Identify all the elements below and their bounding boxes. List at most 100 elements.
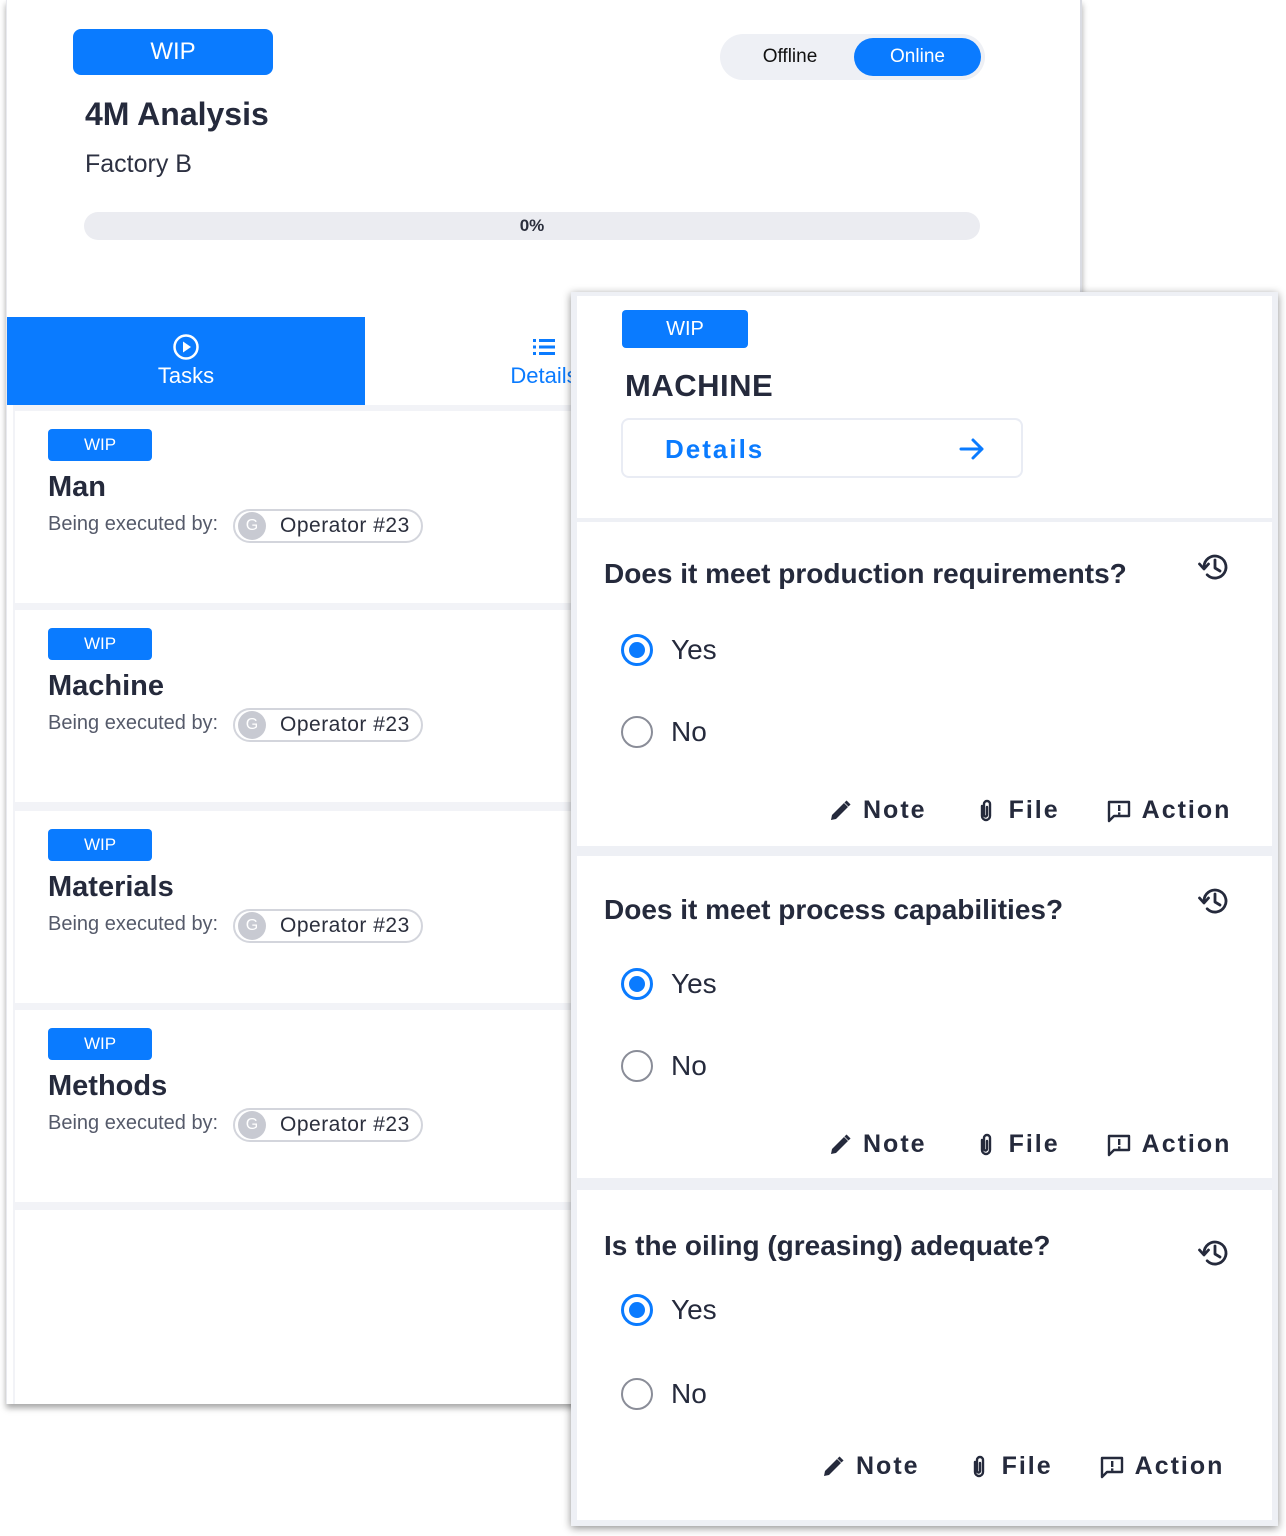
radio-label: No: [671, 1050, 707, 1081]
feedback-icon: [1100, 1456, 1123, 1478]
note-label: Note: [863, 1130, 927, 1158]
history-icon[interactable]: [1197, 1236, 1231, 1270]
radio-option-yes[interactable]: Yes: [621, 634, 717, 666]
page-title: 4M Analysis: [85, 96, 269, 132]
list-icon: [533, 339, 555, 355]
question-card: Is the oiling (greasing) adequate? Yes N…: [577, 1190, 1272, 1520]
radio-label: No: [671, 1378, 707, 1409]
radio-label: Yes: [671, 968, 717, 999]
arrow-right-icon: [959, 438, 984, 460]
tab-tasks[interactable]: Tasks: [7, 317, 365, 405]
radio-option-yes[interactable]: Yes: [621, 968, 717, 1000]
executed-by-label: Being executed by:: [48, 1112, 219, 1134]
progress-label: 0%: [519, 216, 545, 235]
question-actions: Note File Action: [820, 1452, 1224, 1481]
feedback-icon: [1107, 1134, 1130, 1156]
task-list: WIP Man Being executed by: G Operator #2…: [13, 405, 583, 1404]
offline-option[interactable]: Offline: [726, 38, 854, 76]
operator-name: Operator #23: [280, 713, 410, 736]
radio-option-no[interactable]: No: [621, 1378, 707, 1410]
task-card-materials[interactable]: WIP Materials Being executed by: G Opera…: [15, 811, 577, 1003]
operator-chip[interactable]: G Operator #23: [233, 708, 423, 742]
note-button[interactable]: Note: [820, 1452, 920, 1481]
file-label: File: [1008, 796, 1060, 824]
pencil-icon: [831, 799, 851, 820]
note-button[interactable]: Note: [827, 1130, 927, 1159]
feedback-icon: [1107, 800, 1130, 822]
task-status-badge: WIP: [48, 628, 152, 660]
task-detail-status-badge: WIP: [622, 310, 748, 348]
operator-chip[interactable]: G Operator #23: [233, 909, 423, 943]
paperclip-icon: [980, 1133, 991, 1155]
action-button[interactable]: Action: [1106, 1130, 1232, 1159]
radio-label: Yes: [671, 634, 717, 665]
file-button[interactable]: File: [973, 1130, 1060, 1159]
question-text: Is the oiling (greasing) adequate?: [604, 1230, 1051, 1261]
operator-chip[interactable]: G Operator #23: [233, 1108, 423, 1142]
task-status-badge: WIP: [48, 429, 152, 461]
task-name: Materials: [48, 871, 174, 903]
operator-name: Operator #23: [280, 914, 410, 937]
task-list-empty-area: [15, 1210, 577, 1404]
action-label: Action: [1141, 796, 1232, 824]
radio-button[interactable]: [621, 1294, 653, 1326]
task-status-badge: WIP: [48, 829, 152, 861]
avatar: G: [238, 1111, 266, 1139]
question-card: Does it meet process capabilities? Yes N…: [577, 856, 1272, 1178]
pencil-icon: [824, 1455, 844, 1476]
operator-chip[interactable]: G Operator #23: [233, 509, 423, 543]
radio-button[interactable]: [621, 968, 653, 1000]
note-label: Note: [856, 1452, 920, 1480]
radio-label: No: [671, 716, 707, 747]
avatar: G: [238, 512, 266, 540]
radio-option-yes[interactable]: Yes: [621, 1294, 717, 1326]
note-button[interactable]: Note: [827, 796, 927, 825]
file-button[interactable]: File: [966, 1452, 1053, 1481]
file-label: File: [1008, 1130, 1060, 1158]
history-icon[interactable]: [1197, 884, 1231, 918]
pencil-icon: [831, 1133, 851, 1154]
question-actions: Note File Action: [827, 796, 1231, 825]
avatar: G: [238, 912, 266, 940]
executed-by-label: Being executed by:: [48, 513, 219, 535]
file-button[interactable]: File: [973, 796, 1060, 825]
task-status-badge: WIP: [48, 1028, 152, 1060]
tab-label: Tasks: [157, 363, 215, 388]
action-button[interactable]: Action: [1099, 1452, 1225, 1481]
action-button[interactable]: Action: [1106, 796, 1232, 825]
history-icon[interactable]: [1197, 550, 1231, 584]
radio-button[interactable]: [621, 1050, 653, 1082]
task-card-methods[interactable]: WIP Methods Being executed by: G Operato…: [15, 1010, 577, 1202]
operator-name: Operator #23: [280, 1113, 410, 1136]
page-subtitle: Factory B: [85, 150, 192, 178]
task-name: Methods: [48, 1070, 168, 1102]
offline-online-toggle[interactable]: Offline Online: [720, 34, 985, 80]
file-label: File: [1001, 1452, 1053, 1480]
task-card-machine[interactable]: WIP Machine Being executed by: G Operato…: [15, 610, 577, 802]
executed-by-label: Being executed by:: [48, 712, 219, 734]
task-card-man[interactable]: WIP Man Being executed by: G Operator #2…: [15, 411, 577, 603]
avatar: G: [238, 711, 266, 739]
radio-option-no[interactable]: No: [621, 1050, 707, 1082]
action-label: Action: [1134, 1452, 1225, 1480]
radio-button[interactable]: [621, 634, 653, 666]
question-text: Does it meet production requirements?: [604, 558, 1127, 589]
online-option[interactable]: Online: [854, 38, 981, 76]
task-name: Machine: [48, 670, 165, 702]
task-name: Man: [48, 471, 106, 503]
radio-button[interactable]: [621, 716, 653, 748]
paperclip-icon: [973, 1455, 984, 1477]
tab-label: Details: [510, 363, 578, 388]
action-label: Action: [1141, 1130, 1232, 1158]
play-circle-icon: [173, 334, 199, 360]
details-button-label: Details: [665, 434, 765, 464]
details-button[interactable]: Details: [621, 418, 1023, 478]
note-label: Note: [863, 796, 927, 824]
radio-button[interactable]: [621, 1378, 653, 1410]
checklist-status-badge: WIP: [73, 29, 273, 75]
radio-label: Yes: [671, 1294, 717, 1325]
task-detail-header: WIP MACHINE Details: [577, 296, 1272, 518]
question-actions: Note File Action: [827, 1130, 1231, 1159]
radio-option-no[interactable]: No: [621, 716, 707, 748]
progress-bar: 0%: [84, 212, 980, 240]
